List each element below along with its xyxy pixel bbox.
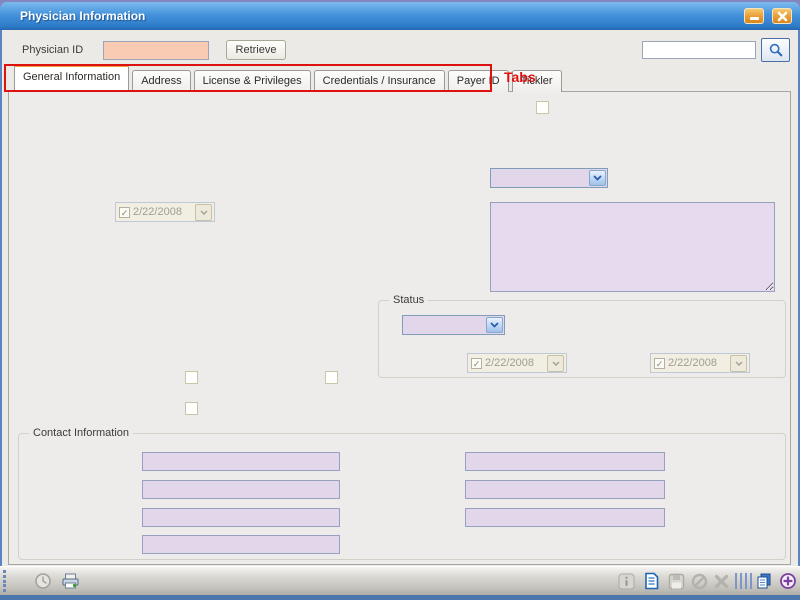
- tab-bar: General Information Address License & Pr…: [14, 67, 562, 92]
- investor-checkbox[interactable]: [536, 101, 549, 114]
- scheduling-group-dropdown-button[interactable]: [589, 170, 606, 186]
- criminal-check-checkbox[interactable]: [185, 371, 198, 384]
- delete-x-icon: [713, 573, 730, 590]
- tab-payer-id[interactable]: Payer ID: [448, 70, 509, 92]
- effective-to-checkbox[interactable]: ✓: [654, 358, 665, 369]
- fax-input[interactable]: [465, 480, 665, 499]
- tabs-annotation-label: Tabs: [504, 69, 536, 85]
- window-title: Physician Information: [20, 2, 145, 30]
- pager-input[interactable]: [465, 508, 665, 527]
- mobile-phone-input[interactable]: [465, 452, 665, 471]
- status-dropdown[interactable]: [402, 315, 505, 335]
- practitioner-db-check-checkbox[interactable]: [185, 402, 198, 415]
- search-button[interactable]: [761, 38, 790, 62]
- retrieve-button[interactable]: Retrieve: [226, 40, 286, 60]
- physician-id-label: Physician ID: [22, 44, 83, 56]
- tab-general-information[interactable]: General Information: [14, 64, 129, 92]
- birth-date-picker[interactable]: ✓ 2/22/2008: [115, 202, 215, 222]
- printer-icon: [61, 572, 80, 590]
- birth-date-dropdown-button[interactable]: [195, 204, 212, 221]
- close-button[interactable]: [772, 8, 792, 24]
- add-record-button[interactable]: [778, 571, 798, 591]
- clock-icon: [34, 572, 52, 590]
- new-document-button[interactable]: [641, 571, 661, 591]
- physician-information-window: Physician Information Physician ID Retri…: [0, 0, 800, 600]
- emergency-phone-input[interactable]: [142, 480, 340, 499]
- cancel-icon: [691, 573, 708, 590]
- effective-from-value: 2/22/2008: [485, 357, 547, 369]
- search-icon: [768, 42, 784, 58]
- effective-from-checkbox[interactable]: ✓: [471, 358, 482, 369]
- tab-license-privileges[interactable]: License & Privileges: [194, 70, 311, 92]
- search-input[interactable]: [642, 41, 756, 59]
- copy-button[interactable]: [754, 571, 774, 591]
- effective-from-picker[interactable]: ✓ 2/22/2008: [467, 353, 567, 373]
- history-button[interactable]: [33, 571, 53, 591]
- chevron-down-icon: [593, 175, 602, 181]
- effective-to-picker[interactable]: ✓ 2/22/2008: [650, 353, 750, 373]
- effective-from-dropdown-button[interactable]: [547, 355, 564, 372]
- tab-credentials-insurance[interactable]: Credentials / Insurance: [314, 70, 445, 92]
- minimize-button[interactable]: [744, 8, 764, 24]
- physician-id-input[interactable]: [103, 41, 209, 60]
- emergency-contact-input[interactable]: [142, 452, 340, 471]
- window-bottom-border: [0, 595, 800, 600]
- effective-to-value: 2/22/2008: [668, 357, 730, 369]
- medicare-ban-check-checkbox[interactable]: [325, 371, 338, 384]
- chevron-down-icon: [200, 210, 208, 215]
- comment-textarea[interactable]: [490, 202, 775, 292]
- toolbar-separator-bars: [733, 571, 753, 591]
- tab-address[interactable]: Address: [132, 70, 190, 92]
- chevron-down-icon: [490, 322, 499, 328]
- cancel-button[interactable]: [689, 571, 709, 591]
- scheduling-group-dropdown[interactable]: [490, 168, 608, 188]
- copy-pages-icon: [755, 572, 773, 590]
- print-button[interactable]: [60, 571, 80, 591]
- birth-date-value: 2/22/2008: [133, 206, 195, 218]
- delete-button[interactable]: [711, 571, 731, 591]
- status-dropdown-button[interactable]: [486, 317, 503, 333]
- status-group-label: Status: [389, 294, 428, 306]
- save-button[interactable]: [666, 571, 686, 591]
- contact-information-group-label: Contact Information: [29, 427, 133, 439]
- add-plus-circle-icon: [779, 572, 797, 590]
- chevron-down-icon: [552, 361, 560, 366]
- birth-date-checkbox[interactable]: ✓: [119, 207, 130, 218]
- chevron-down-icon: [735, 361, 743, 366]
- contact-information-groupbox: Contact Information: [18, 433, 786, 560]
- info-button[interactable]: [616, 571, 636, 591]
- document-icon: [643, 572, 660, 590]
- office-phone-input[interactable]: [142, 508, 340, 527]
- minimize-icon: [750, 17, 759, 20]
- home-phone-input[interactable]: [142, 535, 340, 554]
- info-icon: [618, 573, 635, 590]
- close-icon: [777, 11, 788, 22]
- toolbar-grip[interactable]: [3, 570, 7, 592]
- effective-to-dropdown-button[interactable]: [730, 355, 747, 372]
- save-icon: [668, 573, 685, 590]
- titlebar: Physician Information: [0, 2, 800, 30]
